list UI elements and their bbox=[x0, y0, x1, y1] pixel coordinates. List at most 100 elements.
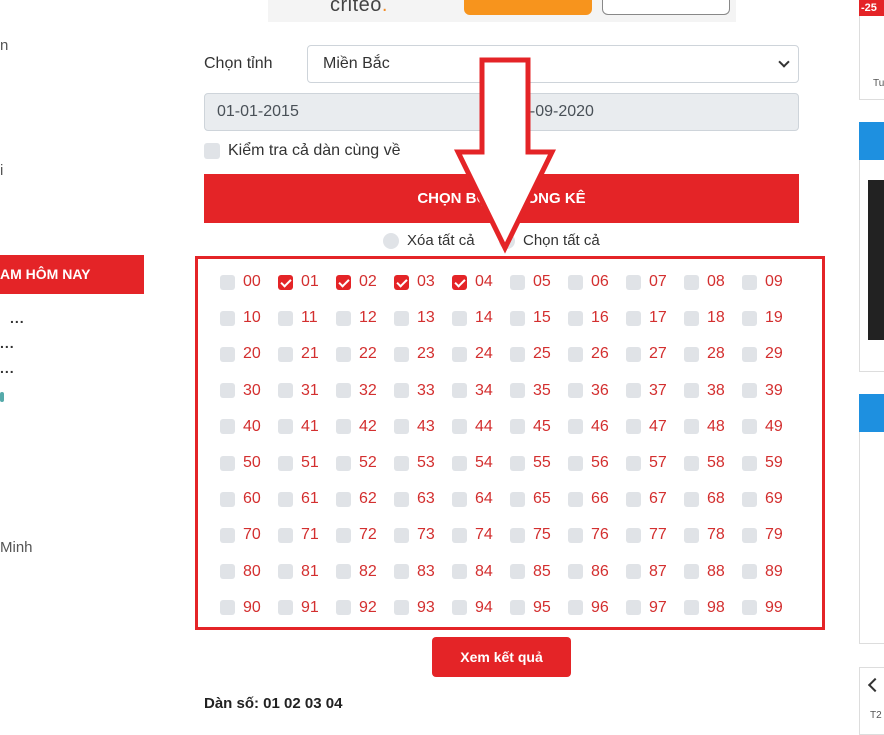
number-option[interactable]: 65 bbox=[510, 490, 551, 508]
number-checkbox[interactable] bbox=[452, 564, 467, 580]
clear-all-radio[interactable] bbox=[383, 232, 399, 249]
number-option[interactable]: 12 bbox=[336, 309, 377, 327]
number-checkbox[interactable] bbox=[336, 419, 351, 435]
number-checkbox[interactable] bbox=[510, 527, 525, 543]
number-checkbox[interactable] bbox=[394, 383, 409, 399]
number-option[interactable]: 27 bbox=[626, 345, 667, 363]
number-checkbox[interactable] bbox=[336, 527, 351, 543]
number-option[interactable]: 40 bbox=[220, 418, 261, 436]
number-checkbox[interactable] bbox=[452, 419, 467, 435]
number-checkbox[interactable] bbox=[626, 383, 641, 399]
check-all-option[interactable]: Kiểm tra cả dàn cùng về bbox=[204, 142, 401, 160]
number-checkbox[interactable] bbox=[452, 383, 467, 399]
number-option[interactable]: 06 bbox=[568, 273, 609, 291]
number-option[interactable]: 53 bbox=[394, 454, 435, 472]
number-checkbox[interactable] bbox=[278, 310, 293, 326]
number-option[interactable]: 76 bbox=[568, 526, 609, 544]
number-checkbox[interactable] bbox=[336, 455, 351, 471]
select-all-radio[interactable] bbox=[499, 232, 515, 249]
number-option[interactable]: 57 bbox=[626, 454, 667, 472]
ad-banner[interactable]: criteo. bbox=[268, 0, 736, 22]
number-option[interactable]: 58 bbox=[684, 454, 725, 472]
number-option[interactable]: 05 bbox=[510, 273, 551, 291]
number-checkbox[interactable] bbox=[684, 600, 699, 616]
number-option[interactable]: 66 bbox=[568, 490, 609, 508]
number-checkbox[interactable] bbox=[684, 491, 699, 507]
number-option[interactable]: 26 bbox=[568, 345, 609, 363]
number-checkbox[interactable] bbox=[336, 274, 351, 290]
number-checkbox[interactable] bbox=[742, 346, 757, 362]
number-option[interactable]: 70 bbox=[220, 526, 261, 544]
number-checkbox[interactable] bbox=[626, 274, 641, 290]
number-checkbox[interactable] bbox=[626, 346, 641, 362]
number-option[interactable]: 79 bbox=[742, 526, 783, 544]
number-checkbox[interactable] bbox=[452, 491, 467, 507]
number-option[interactable]: 30 bbox=[220, 382, 261, 400]
number-option[interactable]: 48 bbox=[684, 418, 725, 436]
number-checkbox[interactable] bbox=[510, 383, 525, 399]
number-checkbox[interactable] bbox=[278, 600, 293, 616]
number-checkbox[interactable] bbox=[568, 455, 583, 471]
ad-primary-button[interactable] bbox=[464, 0, 592, 15]
number-option[interactable]: 21 bbox=[278, 345, 319, 363]
number-option[interactable]: 54 bbox=[452, 454, 493, 472]
number-option[interactable]: 94 bbox=[452, 599, 493, 617]
number-option[interactable]: 01 bbox=[278, 273, 319, 291]
number-option[interactable]: 15 bbox=[510, 309, 551, 327]
number-option[interactable]: 04 bbox=[452, 273, 493, 291]
number-checkbox[interactable] bbox=[742, 419, 757, 435]
number-option[interactable]: 82 bbox=[336, 563, 377, 581]
number-option[interactable]: 72 bbox=[336, 526, 377, 544]
number-option[interactable]: 71 bbox=[278, 526, 319, 544]
number-option[interactable]: 75 bbox=[510, 526, 551, 544]
number-option[interactable]: 59 bbox=[742, 454, 783, 472]
number-checkbox[interactable] bbox=[742, 491, 757, 507]
date-range-input[interactable]: 01-01-2015 0-09-2020 bbox=[204, 93, 799, 131]
number-checkbox[interactable] bbox=[568, 564, 583, 580]
number-option[interactable]: 28 bbox=[684, 345, 725, 363]
number-checkbox[interactable] bbox=[394, 310, 409, 326]
number-option[interactable]: 86 bbox=[568, 563, 609, 581]
number-option[interactable]: 97 bbox=[626, 599, 667, 617]
number-option[interactable]: 22 bbox=[336, 345, 377, 363]
choose-stats-button[interactable]: CHỌN BỘ S THỐNG KÊ bbox=[204, 174, 799, 223]
number-option[interactable]: 31 bbox=[278, 382, 319, 400]
number-checkbox[interactable] bbox=[452, 346, 467, 362]
number-checkbox[interactable] bbox=[336, 383, 351, 399]
number-option[interactable]: 23 bbox=[394, 345, 435, 363]
number-option[interactable]: 55 bbox=[510, 454, 551, 472]
number-option[interactable]: 03 bbox=[394, 273, 435, 291]
number-option[interactable]: 78 bbox=[684, 526, 725, 544]
number-checkbox[interactable] bbox=[278, 491, 293, 507]
number-option[interactable]: 60 bbox=[220, 490, 261, 508]
number-checkbox[interactable] bbox=[394, 274, 409, 290]
number-checkbox[interactable] bbox=[742, 274, 757, 290]
number-checkbox[interactable] bbox=[278, 274, 293, 290]
number-checkbox[interactable] bbox=[510, 419, 525, 435]
number-checkbox[interactable] bbox=[510, 310, 525, 326]
number-checkbox[interactable] bbox=[220, 491, 235, 507]
number-option[interactable]: 44 bbox=[452, 418, 493, 436]
number-option[interactable]: 85 bbox=[510, 563, 551, 581]
number-checkbox[interactable] bbox=[220, 600, 235, 616]
number-checkbox[interactable] bbox=[684, 455, 699, 471]
number-checkbox[interactable] bbox=[626, 455, 641, 471]
number-option[interactable]: 37 bbox=[626, 382, 667, 400]
number-option[interactable]: 74 bbox=[452, 526, 493, 544]
number-option[interactable]: 68 bbox=[684, 490, 725, 508]
number-checkbox[interactable] bbox=[510, 564, 525, 580]
number-checkbox[interactable] bbox=[394, 491, 409, 507]
number-checkbox[interactable] bbox=[336, 600, 351, 616]
number-option[interactable]: 91 bbox=[278, 599, 319, 617]
number-option[interactable]: 02 bbox=[336, 273, 377, 291]
number-option[interactable]: 35 bbox=[510, 382, 551, 400]
number-option[interactable]: 96 bbox=[568, 599, 609, 617]
number-checkbox[interactable] bbox=[626, 419, 641, 435]
number-checkbox[interactable] bbox=[510, 491, 525, 507]
number-checkbox[interactable] bbox=[452, 600, 467, 616]
number-checkbox[interactable] bbox=[568, 419, 583, 435]
clear-all-option[interactable]: Xóa tất cả bbox=[383, 232, 475, 249]
number-checkbox[interactable] bbox=[220, 346, 235, 362]
number-option[interactable]: 46 bbox=[568, 418, 609, 436]
number-option[interactable]: 00 bbox=[220, 273, 261, 291]
